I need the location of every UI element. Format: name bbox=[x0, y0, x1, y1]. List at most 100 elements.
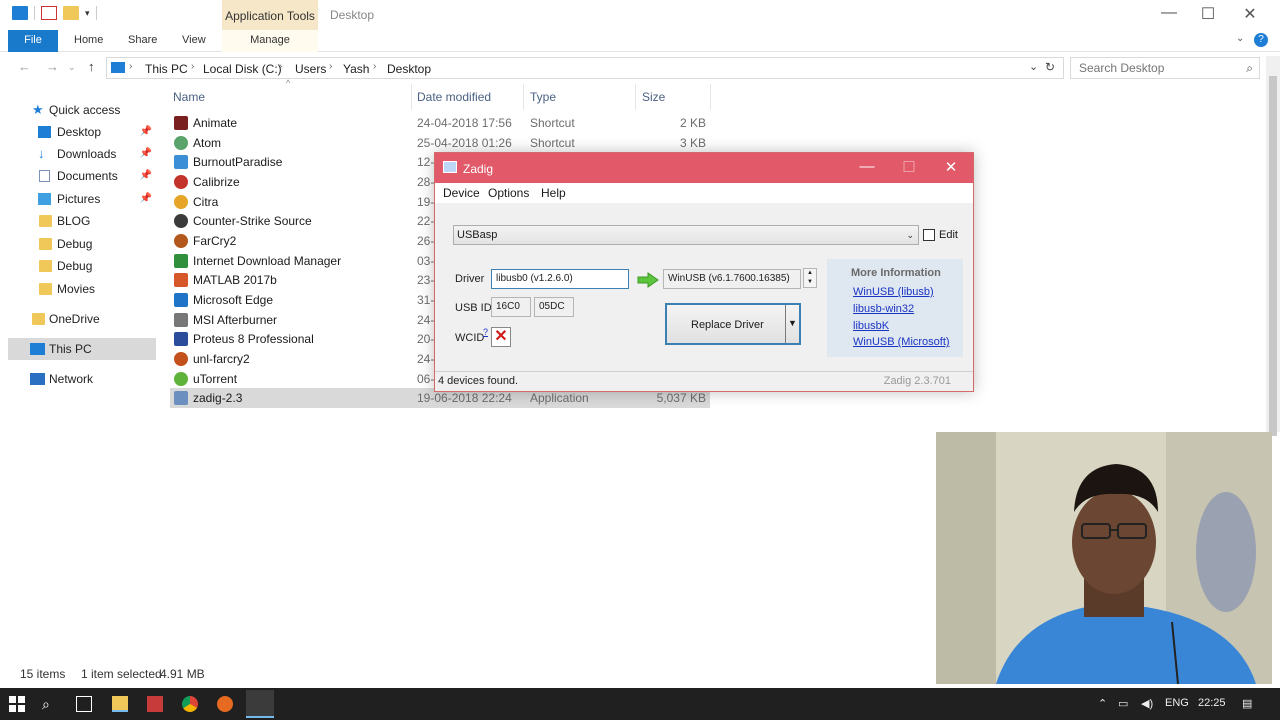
scrollbar-thumb[interactable] bbox=[1269, 76, 1277, 436]
zadig-close-button[interactable]: ✕ bbox=[931, 158, 971, 176]
minimize-button[interactable]: — bbox=[1147, 4, 1191, 22]
sidebar-item-downloads[interactable]: ↓ Downloads 📌 bbox=[8, 143, 156, 165]
column-header-date-modified[interactable]: Date modified bbox=[417, 90, 491, 104]
link-libusbk[interactable]: libusbK bbox=[853, 320, 889, 332]
folder-icon bbox=[39, 283, 52, 295]
pin-icon[interactable]: 📌 bbox=[140, 121, 152, 143]
zadig-minimize-button[interactable]: — bbox=[847, 158, 887, 175]
refresh-icon[interactable]: ↻ bbox=[1045, 60, 1055, 74]
qat-dropdown-icon[interactable]: ▾ bbox=[85, 8, 90, 19]
address-bar[interactable]: › This PC › Local Disk (C:) › Users › Ya… bbox=[106, 57, 1064, 79]
breadcrumb-local-disk[interactable]: Local Disk (C:) bbox=[203, 62, 282, 76]
column-header-type[interactable]: Type bbox=[530, 90, 556, 104]
search-icon[interactable]: ⌕ bbox=[42, 696, 58, 712]
chrome-taskbar-icon[interactable] bbox=[182, 696, 198, 712]
status-size: 4.91 MB bbox=[160, 667, 205, 681]
sidebar-item-label: This PC bbox=[49, 342, 92, 356]
language-indicator[interactable]: ENG bbox=[1165, 697, 1189, 709]
tab-home[interactable]: Home bbox=[62, 30, 115, 52]
zadig-maximize-button[interactable]: ☐ bbox=[889, 158, 929, 176]
clock[interactable]: 22:25 bbox=[1198, 697, 1226, 709]
app-icon bbox=[174, 391, 188, 405]
column-header-size[interactable]: Size bbox=[642, 90, 665, 104]
sidebar-item-label: Movies bbox=[57, 282, 96, 296]
recent-dropdown-icon[interactable]: ⌄ bbox=[68, 62, 76, 73]
task-view-icon[interactable] bbox=[76, 696, 92, 712]
sidebar-item-desktop[interactable]: Desktop 📌 bbox=[8, 121, 156, 143]
sidebar-item-quick-access[interactable]: ★ Quick access bbox=[8, 99, 156, 121]
back-arrow-icon[interactable]: ← bbox=[18, 59, 31, 74]
menu-device[interactable]: Device bbox=[443, 186, 480, 200]
sidebar-item-onedrive[interactable]: OneDrive bbox=[8, 308, 156, 330]
new-folder-icon[interactable] bbox=[63, 6, 79, 20]
replace-driver-button[interactable]: Replace Driver ▼ bbox=[665, 303, 801, 345]
properties-icon[interactable] bbox=[41, 6, 57, 20]
firefox-taskbar-icon[interactable] bbox=[217, 696, 233, 712]
app-icon bbox=[174, 175, 188, 189]
title-bar: ▾ Application Tools Desktop — ☐ ✕ bbox=[0, 0, 1280, 30]
zadig-version: Zadig 2.3.701 bbox=[883, 375, 951, 387]
sidebar-item-movies[interactable]: Movies bbox=[8, 278, 156, 300]
sidebar-item-debug[interactable]: Debug bbox=[8, 233, 156, 255]
sidebar-item-documents[interactable]: Documents 📌 bbox=[8, 165, 156, 187]
search-box[interactable]: ⌕ bbox=[1070, 57, 1260, 79]
tray-overflow-icon[interactable]: ⌃ bbox=[1098, 697, 1107, 710]
search-input[interactable] bbox=[1071, 58, 1231, 78]
zadig-title-bar[interactable]: Zadig — ☐ ✕ bbox=[435, 153, 973, 183]
maximize-button[interactable]: ☐ bbox=[1186, 4, 1230, 24]
split-dropdown-icon[interactable]: ▼ bbox=[785, 305, 799, 343]
link-winusb-microsoft[interactable]: WinUSB (Microsoft) bbox=[853, 336, 950, 348]
network-icon bbox=[30, 373, 45, 385]
document-icon bbox=[39, 170, 50, 182]
file-explorer-taskbar-icon[interactable] bbox=[112, 696, 128, 712]
windows-start-icon[interactable] bbox=[9, 696, 25, 712]
notifications-icon[interactable]: ▤ bbox=[1242, 697, 1252, 710]
folder-icon bbox=[32, 313, 45, 325]
search-icon[interactable]: ⌕ bbox=[1246, 61, 1253, 76]
wcid-help-link[interactable]: ? bbox=[483, 327, 488, 337]
driver-current-field[interactable]: libusb0 (v1.2.6.0) bbox=[491, 269, 629, 289]
tab-view[interactable]: View bbox=[170, 30, 218, 52]
file-row-atom[interactable]: Atom 25-04-2018 01:26 Shortcut 3 KB bbox=[170, 133, 710, 153]
edit-checkbox-box[interactable] bbox=[923, 229, 935, 241]
sidebar-item-debug-2[interactable]: Debug bbox=[8, 255, 156, 277]
app-icon bbox=[174, 352, 188, 366]
app-taskbar-icon[interactable] bbox=[147, 696, 163, 712]
explorer-icon[interactable] bbox=[12, 6, 28, 20]
network-tray-icon[interactable]: ▭ bbox=[1118, 697, 1128, 710]
breadcrumb-this-pc[interactable]: This PC bbox=[145, 62, 188, 76]
breadcrumb-desktop[interactable]: Desktop bbox=[387, 62, 431, 76]
link-libusb-win32[interactable]: libusb-win32 bbox=[853, 303, 914, 315]
sidebar-item-pictures[interactable]: Pictures 📌 bbox=[8, 188, 156, 210]
column-header-name[interactable]: Name bbox=[173, 90, 205, 104]
vertical-scrollbar[interactable] bbox=[1266, 56, 1280, 436]
sidebar-item-blog[interactable]: BLOG bbox=[8, 210, 156, 232]
tab-share[interactable]: Share bbox=[116, 30, 169, 52]
file-row-animate[interactable]: Animate 24-04-2018 17:56 Shortcut 2 KB bbox=[170, 113, 710, 133]
menu-options[interactable]: Options bbox=[488, 186, 529, 200]
pin-icon[interactable]: 📌 bbox=[140, 188, 152, 210]
folder-icon bbox=[39, 238, 52, 250]
sidebar-item-network[interactable]: Network bbox=[8, 368, 156, 390]
pin-icon[interactable]: 📌 bbox=[140, 165, 152, 187]
pin-icon[interactable]: 📌 bbox=[140, 143, 152, 165]
up-arrow-icon[interactable]: ↑ bbox=[88, 59, 95, 74]
address-dropdown-icon[interactable]: ⌄ bbox=[1029, 60, 1038, 73]
link-winusb-libusb[interactable]: WinUSB (libusb) bbox=[853, 286, 934, 298]
help-icon[interactable]: ? bbox=[1254, 33, 1268, 47]
sidebar-item-this-pc[interactable]: This PC bbox=[8, 338, 156, 360]
device-select[interactable]: USBasp ⌄ bbox=[453, 225, 919, 245]
collapse-ribbon-icon[interactable]: ⌄ bbox=[1236, 33, 1244, 44]
breadcrumb-users[interactable]: Users bbox=[295, 62, 326, 76]
driver-target-spinner[interactable]: ▲ ▼ bbox=[803, 268, 817, 288]
zadig-taskbar-icon[interactable] bbox=[246, 690, 274, 718]
breadcrumb-yash[interactable]: Yash bbox=[343, 62, 369, 76]
tab-file[interactable]: File bbox=[8, 30, 58, 52]
driver-target-field[interactable]: WinUSB (v6.1.7600.16385) bbox=[663, 269, 801, 289]
forward-arrow-icon[interactable]: → bbox=[46, 59, 59, 74]
menu-help[interactable]: Help bbox=[541, 186, 566, 200]
tab-manage[interactable]: Manage bbox=[222, 30, 318, 52]
address-row: ← → ⌄ ↑ › This PC › Local Disk (C:) › Us… bbox=[0, 53, 1280, 81]
volume-icon[interactable]: ◀) bbox=[1141, 697, 1153, 710]
close-button[interactable]: ✕ bbox=[1228, 4, 1272, 24]
